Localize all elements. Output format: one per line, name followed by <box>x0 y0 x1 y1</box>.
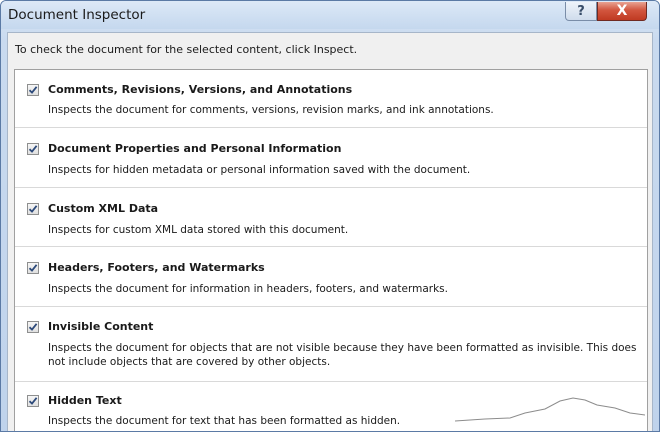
checkmark-icon <box>28 86 38 94</box>
instruction-text: To check the document for the selected c… <box>15 43 358 56</box>
invisible-content-checkbox[interactable] <box>27 321 39 333</box>
item-title: Hidden Text <box>48 394 122 407</box>
list-item: Custom XML Data Inspects for custom XML … <box>15 187 647 247</box>
item-description: Inspects for custom XML data stored with… <box>48 224 349 236</box>
item-description: Inspects the document for comments, vers… <box>48 104 494 116</box>
hidden-text-checkbox[interactable] <box>27 395 39 407</box>
item-title: Invisible Content <box>48 320 154 333</box>
help-button[interactable]: ? <box>565 2 597 21</box>
list-item: Comments, Revisions, Versions, and Annot… <box>15 70 647 128</box>
checkmark-icon <box>28 264 38 272</box>
dialog-content: To check the document for the selected c… <box>7 32 653 431</box>
title-bar[interactable]: Document Inspector ? X <box>1 1 659 29</box>
window-title: Document Inspector <box>8 7 146 23</box>
item-description: Inspects for hidden metadata or personal… <box>48 164 471 176</box>
list-item: Headers, Footers, and Watermarks Inspect… <box>15 246 647 307</box>
list-item: Hidden Text Inspects the document for te… <box>15 381 647 431</box>
close-icon: X <box>616 3 628 19</box>
item-title: Headers, Footers, and Watermarks <box>48 261 265 274</box>
document-inspector-window: Document Inspector ? X To check the docu… <box>0 0 660 432</box>
list-item: Document Properties and Personal Informa… <box>15 127 647 188</box>
headers-footers-checkbox[interactable] <box>27 262 39 274</box>
item-description: Inspects the document for information in… <box>48 283 448 295</box>
checkmark-icon <box>28 397 38 405</box>
item-title: Comments, Revisions, Versions, and Annot… <box>48 83 353 96</box>
comments-checkbox[interactable] <box>27 84 39 96</box>
close-button[interactable]: X <box>597 2 647 21</box>
help-icon: ? <box>577 3 585 19</box>
checkmark-icon <box>28 323 38 331</box>
inspection-options-list[interactable]: Comments, Revisions, Versions, and Annot… <box>14 69 648 431</box>
list-item: Invisible Content Inspects the document … <box>15 306 647 382</box>
checkmark-icon <box>28 205 38 213</box>
document-properties-checkbox[interactable] <box>27 143 39 155</box>
item-description: Inspects the document for objects that a… <box>48 342 637 368</box>
torn-edge-decoration <box>455 397 645 422</box>
custom-xml-checkbox[interactable] <box>27 203 39 215</box>
checkmark-icon <box>28 145 38 153</box>
item-title: Document Properties and Personal Informa… <box>48 142 342 155</box>
item-title: Custom XML Data <box>48 202 159 215</box>
